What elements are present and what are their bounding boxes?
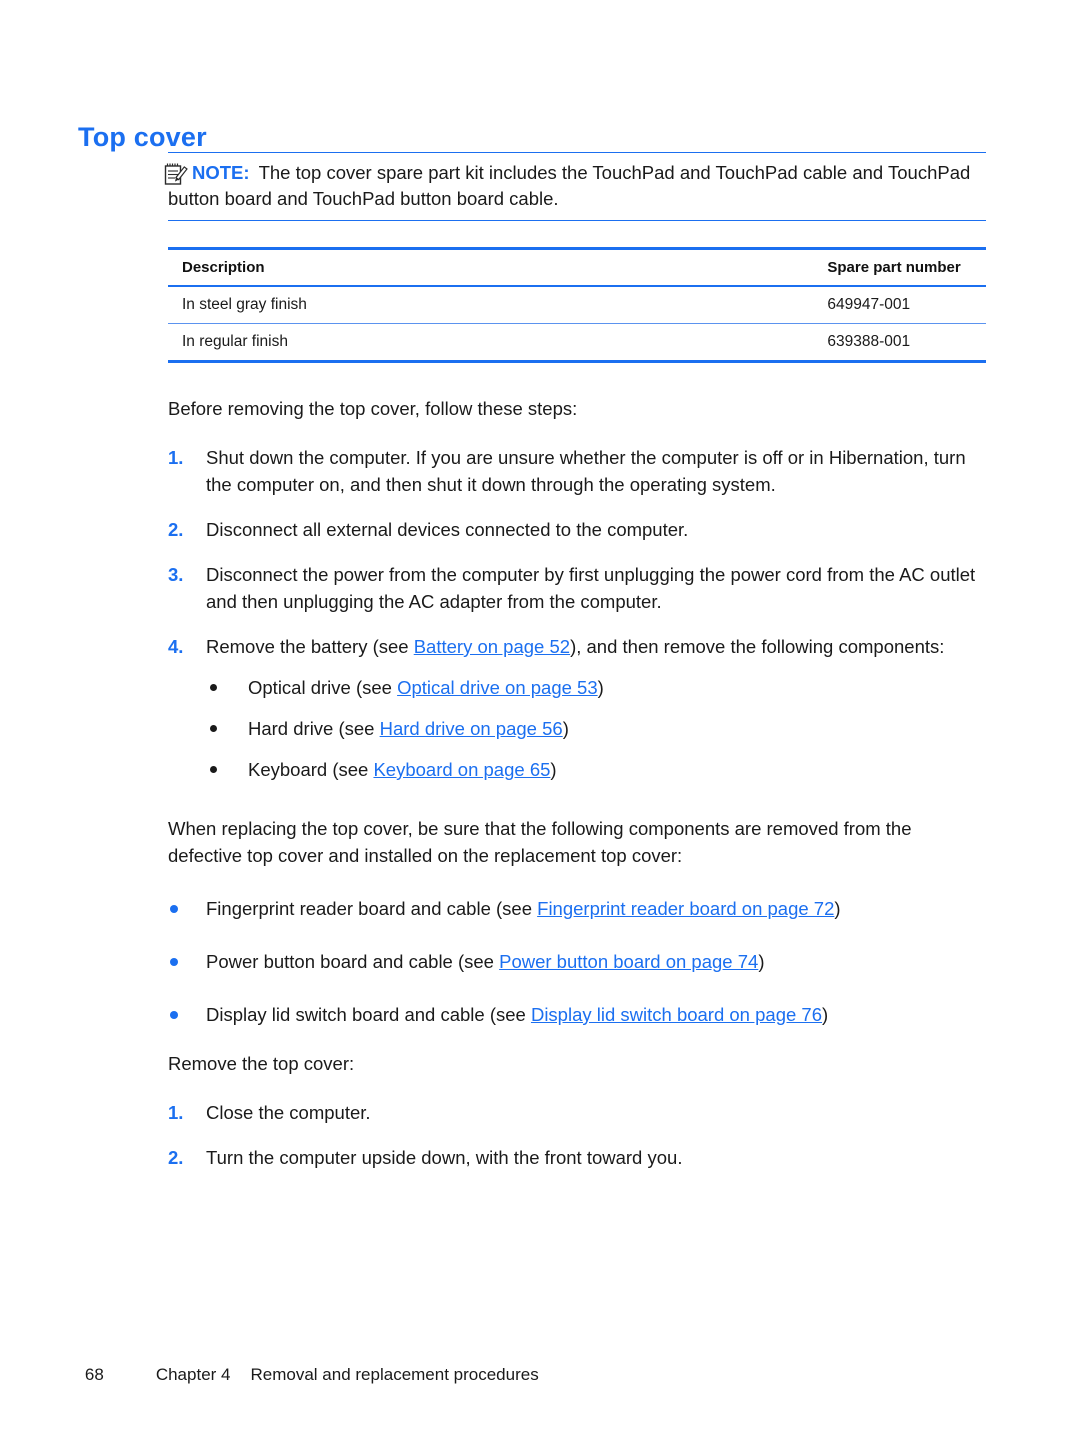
step-text: Shut down the computer. If you are unsur… <box>206 447 966 495</box>
column-header-description: Description <box>168 248 814 287</box>
cell-description: In steel gray finish <box>168 286 814 324</box>
steps-remove-list: 1. Close the computer. 2. Turn the compu… <box>168 1099 986 1171</box>
item-text-pre: Hard drive (see <box>248 718 380 739</box>
bullet-icon <box>210 684 217 691</box>
step-number: 1. <box>168 1102 184 1123</box>
cell-spare-part-number: 639388-001 <box>827 333 911 350</box>
step-text-post: ), and then remove the following compone… <box>570 636 945 657</box>
cross-reference-link-power-button-board[interactable]: Power button board on page 74 <box>499 951 758 972</box>
step-text: Turn the computer upside down, with the … <box>206 1147 683 1168</box>
list-item: Power button board and cable (see Power … <box>168 948 986 975</box>
step-number: 2. <box>168 1147 184 1168</box>
table-row: In regular finish 639388-001 <box>168 324 986 362</box>
item-text-pre: Optical drive (see <box>248 677 398 698</box>
footer-chapter-title: Removal and replacement procedures <box>250 1365 539 1384</box>
bullet-icon <box>210 766 217 773</box>
page-title: Top cover <box>78 122 207 153</box>
bullet-icon <box>210 725 217 732</box>
step-text: Close the computer. <box>206 1102 371 1123</box>
list-item: 4. Remove the battery (see Battery on pa… <box>168 633 986 660</box>
bullet-icon <box>170 905 178 913</box>
replacement-components-list: Fingerprint reader board and cable (see … <box>168 895 986 1028</box>
step-text-pre: Remove the battery (see <box>206 636 414 657</box>
note-pad-pencil-icon <box>162 161 188 187</box>
document-page: Top cover NOTE: The top cover spare part… <box>0 0 1080 1437</box>
step-number: 4. <box>168 636 184 657</box>
list-item: 2. Turn the computer upside down, with t… <box>168 1144 986 1171</box>
steps-before-list: 1. Shut down the computer. If you are un… <box>168 444 986 783</box>
note-admonition: NOTE: The top cover spare part kit includ… <box>164 152 986 221</box>
list-item: 3. Disconnect the power from the compute… <box>168 561 986 615</box>
cross-reference-link-hard-drive[interactable]: Hard drive on page 56 <box>380 718 563 739</box>
cross-reference-link-display-lid-switch-board[interactable]: Display lid switch board on page 76 <box>531 1004 822 1025</box>
item-text-pre: Keyboard (see <box>248 759 374 780</box>
cross-reference-link-fingerprint-reader-board[interactable]: Fingerprint reader board on page 72 <box>537 898 834 919</box>
note-label: NOTE: <box>192 162 250 183</box>
list-item: Display lid switch board and cable (see … <box>168 1001 986 1028</box>
components-list: Optical drive (see Optical drive on page… <box>168 674 986 783</box>
item-text-post: ) <box>550 759 557 780</box>
column-header-spare-part-number: Spare part number <box>813 248 986 287</box>
intro-paragraph: Before removing the top cover, follow th… <box>168 398 578 419</box>
item-text-post: ) <box>562 718 569 739</box>
step-number: 1. <box>168 447 184 468</box>
list-item: Keyboard (see Keyboard on page 65) <box>168 756 986 783</box>
list-item: Hard drive (see Hard drive on page 56) <box>168 715 986 742</box>
table-row: In steel gray finish 649947-001 <box>168 286 986 324</box>
step-text: Disconnect all external devices connecte… <box>206 519 689 540</box>
cross-reference-link-battery[interactable]: Battery on page 52 <box>414 636 570 657</box>
cross-reference-link-keyboard[interactable]: Keyboard on page 65 <box>373 759 550 780</box>
item-text-pre: Display lid switch board and cable (see <box>206 1004 531 1025</box>
item-text-post: ) <box>834 898 841 919</box>
bullet-icon <box>170 958 178 966</box>
item-text-pre: Fingerprint reader board and cable (see <box>206 898 538 919</box>
list-item: 1. Close the computer. <box>168 1099 986 1126</box>
replacement-paragraph: When replacing the top cover, be sure th… <box>168 818 912 866</box>
list-item: Optical drive (see Optical drive on page… <box>168 674 986 701</box>
page-content: NOTE: The top cover spare part kit includ… <box>164 152 986 1171</box>
table-header-row: Description Spare part number <box>168 248 986 287</box>
step-number: 2. <box>168 519 184 540</box>
remove-intro-paragraph: Remove the top cover: <box>168 1053 355 1074</box>
note-text: The top cover spare part kit includes th… <box>168 162 971 209</box>
bullet-icon <box>170 1011 178 1019</box>
item-text-pre: Power button board and cable (see <box>206 951 500 972</box>
cell-description: In regular finish <box>182 333 288 350</box>
item-text-post: ) <box>822 1004 829 1025</box>
item-text-post: ) <box>758 951 765 972</box>
list-item: 1. Shut down the computer. If you are un… <box>168 444 986 498</box>
footer-chapter: Chapter 4 <box>155 1365 231 1384</box>
cross-reference-link-optical-drive[interactable]: Optical drive on page 53 <box>397 677 598 698</box>
cell-spare-part-number: 649947-001 <box>813 286 986 324</box>
spare-parts-table: Description Spare part number In steel g… <box>168 247 986 363</box>
step-text: Disconnect the power from the computer b… <box>206 564 976 612</box>
list-item: Fingerprint reader board and cable (see … <box>168 895 986 922</box>
list-item: 2. Disconnect all external devices conne… <box>168 516 986 543</box>
step-number: 3. <box>168 564 184 585</box>
item-text-post: ) <box>597 677 604 698</box>
page-footer: 68 Chapter 4 Removal and replacement proce… <box>66 1345 539 1405</box>
note-body: NOTE: The top cover spare part kit includ… <box>168 160 986 212</box>
footer-page-number: 68 <box>84 1365 104 1384</box>
